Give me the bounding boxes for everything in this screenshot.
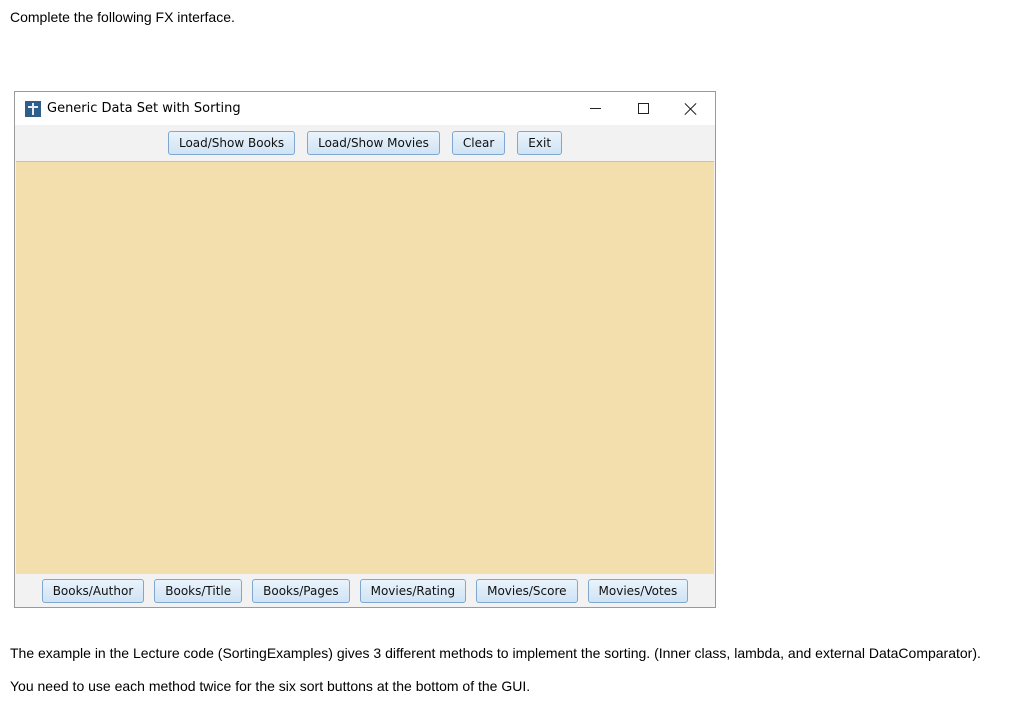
sort-books-author-button[interactable]: Books/Author (41, 579, 145, 603)
sort-books-title-button[interactable]: Books/Title (154, 579, 243, 603)
maximize-icon (637, 103, 649, 114)
window-controls (571, 92, 715, 125)
sort-movies-score-button[interactable]: Movies/Score (476, 579, 578, 603)
sort-movies-rating-button[interactable]: Movies/Rating (359, 579, 467, 603)
data-display-area[interactable] (16, 161, 714, 574)
app-icon (25, 100, 41, 117)
sort-books-pages-button[interactable]: Books/Pages (252, 579, 350, 603)
load-show-books-button[interactable]: Load/Show Books (167, 131, 296, 155)
exit-button[interactable]: Exit (517, 131, 563, 155)
maximize-button[interactable] (619, 92, 667, 125)
close-icon (685, 103, 697, 115)
minimize-icon (589, 108, 601, 109)
close-button[interactable] (667, 92, 715, 125)
load-show-movies-button[interactable]: Load/Show Movies (307, 131, 440, 155)
instruction-paragraph-methods: The example in the Lecture code (Sorting… (10, 645, 981, 661)
title-bar[interactable]: Generic Data Set with Sorting (15, 92, 715, 125)
window-title: Generic Data Set with Sorting (47, 101, 241, 116)
sort-toolbar: Books/Author Books/Title Books/Pages Mov… (15, 574, 715, 608)
instruction-paragraph-requirement: You need to use each method twice for th… (10, 678, 531, 694)
minimize-button[interactable] (571, 92, 619, 125)
clear-button[interactable]: Clear (451, 131, 506, 155)
instruction-intro: Complete the following FX interface. (10, 9, 235, 25)
sort-movies-votes-button[interactable]: Movies/Votes (587, 579, 689, 603)
top-toolbar: Load/Show Books Load/Show Movies Clear E… (15, 125, 715, 161)
fx-window: Generic Data Set with Sorting Load/Show … (14, 91, 716, 608)
